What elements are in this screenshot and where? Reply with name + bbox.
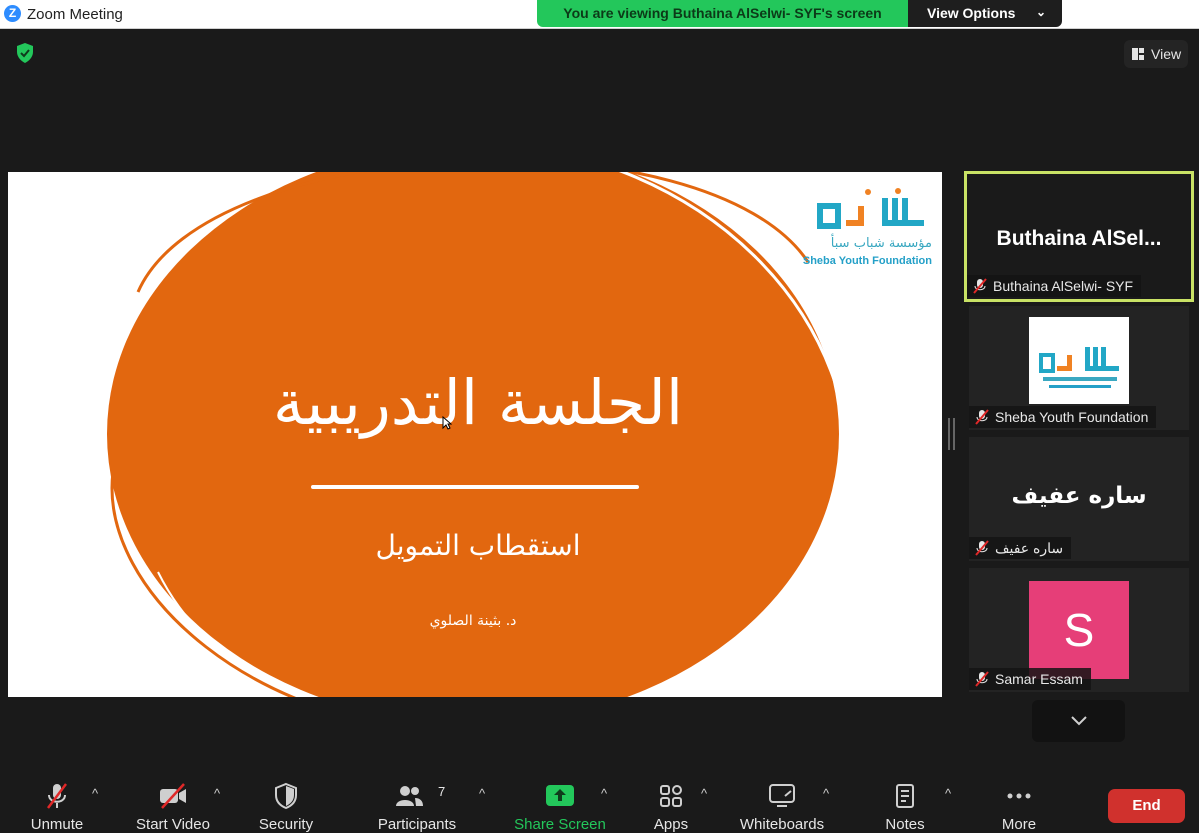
participant-display-name: Buthaina AlSel... <box>996 227 1162 250</box>
share-options-caret-icon[interactable]: ^ <box>601 786 607 801</box>
meeting-toolbar: Unmute ^ Start Video ^ Security Particip… <box>0 760 1199 833</box>
share-screen-icon <box>546 785 574 806</box>
security-label: Security <box>258 816 314 833</box>
participant-tile[interactable]: S Samar Essam <box>969 568 1189 692</box>
participant-name-chip: ساره عفيف <box>969 537 1072 559</box>
participant-name-chip: Buthaina AlSelwi- SYF <box>967 275 1142 297</box>
view-options-button[interactable]: View Options ⌄ <box>908 0 1062 27</box>
sheba-logo-mark-icon <box>817 188 924 229</box>
mic-muted-icon <box>975 409 989 425</box>
video-off-icon <box>160 783 186 809</box>
sheba-youth-logo: مؤسسة شباب سبأ Sheba Youth Foundation <box>798 186 938 270</box>
layout-icon <box>1132 48 1144 60</box>
unmute-label: Unmute <box>30 816 84 833</box>
mic-muted-icon <box>975 540 989 556</box>
participants-options-caret-icon[interactable]: ^ <box>479 786 485 801</box>
shield-icon <box>275 782 297 810</box>
start-video-label: Start Video <box>136 816 210 833</box>
mic-muted-icon <box>47 783 67 809</box>
participant-profile-image <box>1029 317 1129 404</box>
view-options-label: View Options <box>927 5 1016 21</box>
zoom-logo-icon: Z <box>4 5 21 22</box>
chevron-down-icon: ⌄ <box>1036 5 1047 19</box>
view-layout-button[interactable]: View <box>1124 40 1188 68</box>
whiteboards-options-caret-icon[interactable]: ^ <box>823 786 829 801</box>
shared-screen[interactable]: الجلسة التدريبية استقطاب التمويل د. بثين… <box>8 172 942 697</box>
screen-share-banner: You are viewing Buthaina AlSelwi- SYF's … <box>537 0 908 27</box>
participant-name-chip: Samar Essam <box>969 668 1091 690</box>
panel-resize-handle[interactable] <box>948 418 955 450</box>
participant-name-chip: Sheba Youth Foundation <box>969 406 1157 428</box>
slide-divider <box>311 485 639 489</box>
apps-options-caret-icon[interactable]: ^ <box>701 786 707 801</box>
apps-label: Apps <box>653 816 689 833</box>
more-dots-icon <box>1007 793 1031 799</box>
audio-options-caret-icon[interactable]: ^ <box>92 786 98 801</box>
mouse-cursor-icon <box>442 416 452 430</box>
participants-count-badge: 7 <box>438 784 446 799</box>
more-label: More <box>1001 816 1037 833</box>
slide-subtitle: استقطاب التمويل <box>375 529 581 562</box>
participant-display-name: ساره عفيف <box>1011 483 1147 509</box>
apps-icon <box>660 785 682 807</box>
participant-name: Samar Essam <box>995 671 1083 687</box>
avatar: S <box>1029 581 1129 679</box>
notes-options-caret-icon[interactable]: ^ <box>945 786 951 801</box>
participant-name: Buthaina AlSelwi- SYF <box>993 278 1134 294</box>
slide-title: الجلسة التدريبية <box>272 366 684 439</box>
share-screen-label: Share Screen <box>514 816 606 833</box>
participants-label: Participants <box>377 816 457 833</box>
participant-tile-active[interactable]: Buthaina AlSel... Buthaina AlSelwi- SYF <box>964 171 1194 302</box>
participant-name: ساره عفيف <box>995 540 1064 556</box>
chevron-down-icon <box>1071 716 1087 726</box>
view-label: View <box>1151 46 1182 62</box>
notes-icon <box>896 784 914 808</box>
logo-arabic-text: مؤسسة شباب سبأ <box>830 236 932 251</box>
sheba-logo-mark-icon <box>1039 347 1119 388</box>
mic-muted-icon <box>975 671 989 687</box>
end-meeting-button[interactable]: End <box>1108 789 1185 823</box>
participant-tile[interactable]: ساره عفيف ساره عفيف <box>969 437 1189 561</box>
mic-muted-icon <box>973 278 987 294</box>
whiteboards-label: Whiteboards <box>739 816 825 833</box>
window-title: Zoom Meeting <box>27 6 123 23</box>
participants-icon <box>396 786 423 806</box>
participant-name: Sheba Youth Foundation <box>995 409 1149 425</box>
participant-tile[interactable]: Sheba Youth Foundation <box>969 306 1189 430</box>
scroll-participants-button[interactable] <box>1032 700 1125 742</box>
video-options-caret-icon[interactable]: ^ <box>214 786 220 801</box>
encryption-shield-icon[interactable] <box>14 42 36 64</box>
slide-author: د. بثينة الصلوي <box>429 613 517 629</box>
logo-english-text: Sheba Youth Foundation <box>802 255 932 267</box>
whiteboard-icon <box>769 784 795 807</box>
notes-label: Notes <box>885 816 925 833</box>
